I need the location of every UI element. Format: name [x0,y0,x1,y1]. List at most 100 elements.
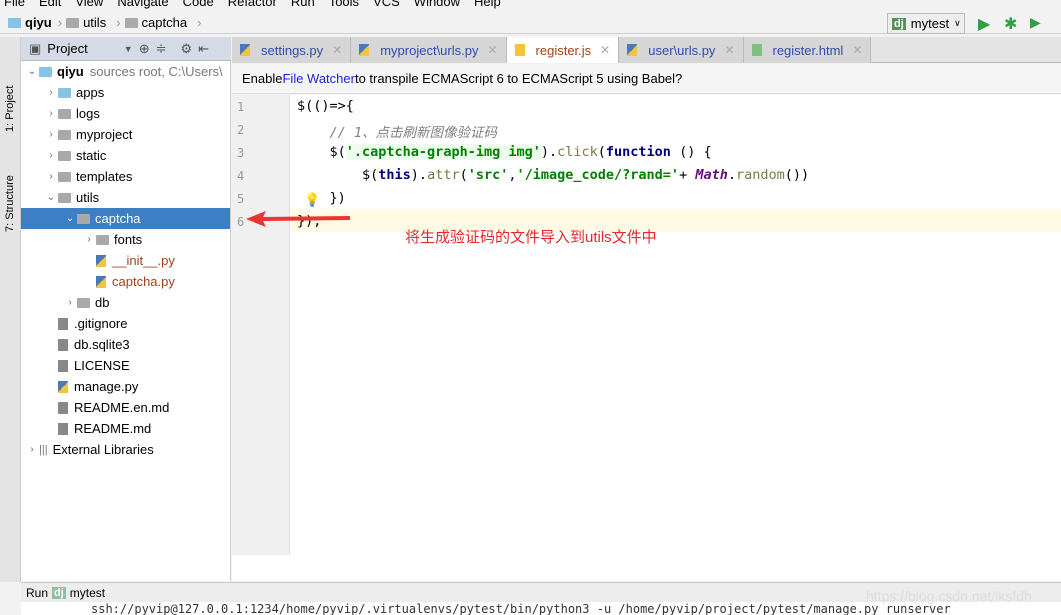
tree-item-label: manage.py [74,379,139,394]
project-tree: ⌄ qiyu sources root, C:\Users\ › apps › logs › m… [21,61,231,581]
chevron-down-icon[interactable]: ⌄ [25,66,39,77]
menu-item[interactable]: VCS [373,0,400,9]
tree-item[interactable]: LICENSE [21,355,230,376]
breadcrumb-item[interactable]: qiyu [25,15,52,30]
menu-item[interactable]: Refactor [228,0,277,9]
chevron-right-icon[interactable]: › [44,171,58,182]
tree-item-label: __init__.py [112,253,175,268]
folder-icon [58,129,71,140]
dropdown-icon[interactable]: ▼ [124,44,133,54]
project-panel-title[interactable]: Project [47,41,87,56]
tree-item[interactable]: › ||| External Libraries [21,439,230,460]
menu-item[interactable]: Code [183,0,214,9]
menu-item[interactable]: Window [414,0,460,9]
django-icon: dj [892,17,906,30]
python-icon [240,44,250,56]
tree-item[interactable]: › templates [21,166,230,187]
close-icon[interactable]: ✕ [487,43,497,57]
file-icon [58,359,68,372]
tree-item[interactable]: ⌄ utils [21,187,230,208]
folder-icon [66,17,80,28]
breadcrumb-item[interactable]: utils [83,15,106,30]
code-line: $('.captcha-graph-img img').click(functi… [297,144,712,160]
tab-label: register.html [772,42,844,58]
tree-item-label: qiyu [57,64,84,79]
chevron-right-icon[interactable]: › [44,129,58,140]
folder-icon [39,66,52,77]
gear-icon[interactable]: ⚙ [181,41,193,57]
menu-item[interactable]: Edit [39,0,61,9]
tree-item-hint: sources root, C:\Users\ [89,64,223,79]
chevron-right-icon[interactable]: › [82,234,96,245]
chevron-down-icon[interactable]: ⌄ [63,213,77,224]
library-icon: ||| [39,443,48,456]
chevron-down-icon[interactable]: ⌄ [44,192,58,203]
editor-tab[interactable]: register.html ✕ [743,37,872,63]
debug-icon[interactable]: ✱ [1004,14,1017,34]
chevron-right-icon[interactable]: › [63,297,77,308]
lightbulb-icon[interactable]: 💡 [304,192,320,208]
editor-tab[interactable]: register.js ✕ [506,37,620,63]
chevron-right-icon[interactable]: › [44,87,58,98]
line-number: 3 [237,146,245,160]
folder-icon [124,17,138,28]
coverage-icon[interactable]: ▶ [1030,14,1041,31]
run-icon[interactable]: ▶ [978,14,990,34]
python-icon [627,44,638,56]
menu-item[interactable]: Help [474,0,501,9]
tree-item[interactable]: db.sqlite3 [21,334,230,355]
editor-tab[interactable]: myproject\urls.py ✕ [351,37,507,63]
tree-item[interactable]: › fonts [21,229,230,250]
menu-item[interactable]: View [75,0,103,9]
menu-item[interactable]: Tools [329,0,359,9]
side-tab-structure[interactable]: 7: Structure [4,175,16,232]
hide-panel-icon[interactable]: ⇤ [198,41,209,57]
chevron-right-icon[interactable]: › [44,108,58,119]
tree-item[interactable]: › logs [21,103,230,124]
tree-item[interactable]: ⌄ qiyu sources root, C:\Users\ [21,61,230,82]
menu-item[interactable]: File [4,0,25,9]
run-config-name[interactable]: mytest [70,586,105,600]
red-arrow-annotation [246,211,350,227]
tree-item[interactable]: › static [21,145,230,166]
tree-item[interactable]: README.md [21,418,230,439]
close-icon[interactable]: ✕ [852,43,862,57]
line-number: 4 [237,169,245,183]
tree-item[interactable]: manage.py [21,376,230,397]
collapse-icon[interactable]: ≑ [156,41,167,57]
tree-item[interactable]: › db [21,292,230,313]
run-label[interactable]: Run [26,586,48,600]
editor-tab[interactable]: settings.py ✕ [232,37,352,63]
tree-item[interactable]: __init__.py [21,250,230,271]
project-view-icon: ▣ [29,40,42,56]
folder-icon [8,17,21,28]
menu-item[interactable]: Run [291,0,315,9]
close-icon[interactable]: ✕ [724,43,734,57]
tree-item[interactable]: README.en.md [21,397,230,418]
file-watcher-link[interactable]: File Watcher [282,71,354,86]
close-icon[interactable]: ✕ [600,43,610,57]
side-tab-project[interactable]: 1: Project [4,86,16,132]
folder-icon [58,171,71,182]
chevron-right-icon[interactable]: › [44,150,58,161]
tree-item[interactable]: › apps [21,82,230,103]
close-icon[interactable]: ✕ [332,43,342,57]
tab-label: myproject\urls.py [380,42,479,58]
tree-item[interactable]: › myproject [21,124,230,145]
left-tool-strip: 1: Project 7: Structure [0,37,21,582]
breadcrumb-item[interactable]: captcha [142,15,188,30]
line-number: 6 [237,215,245,229]
tree-item-label: db.sqlite3 [74,337,130,352]
tree-item[interactable]: ⌄ captcha [21,208,230,229]
python-icon [359,44,370,56]
chevron-right-icon[interactable]: › [25,444,39,455]
run-config-select[interactable]: dj mytest ∨ [887,13,965,34]
tree-item[interactable]: captcha.py [21,271,230,292]
locate-icon[interactable]: ⊕ [139,41,150,57]
tree-item[interactable]: .gitignore [21,313,230,334]
folder-icon [58,108,71,119]
folder-icon [96,234,109,245]
banner-text: Enable [242,71,283,86]
editor-tab[interactable]: user\urls.py ✕ [619,37,744,63]
menu-item[interactable]: Navigate [117,0,168,9]
